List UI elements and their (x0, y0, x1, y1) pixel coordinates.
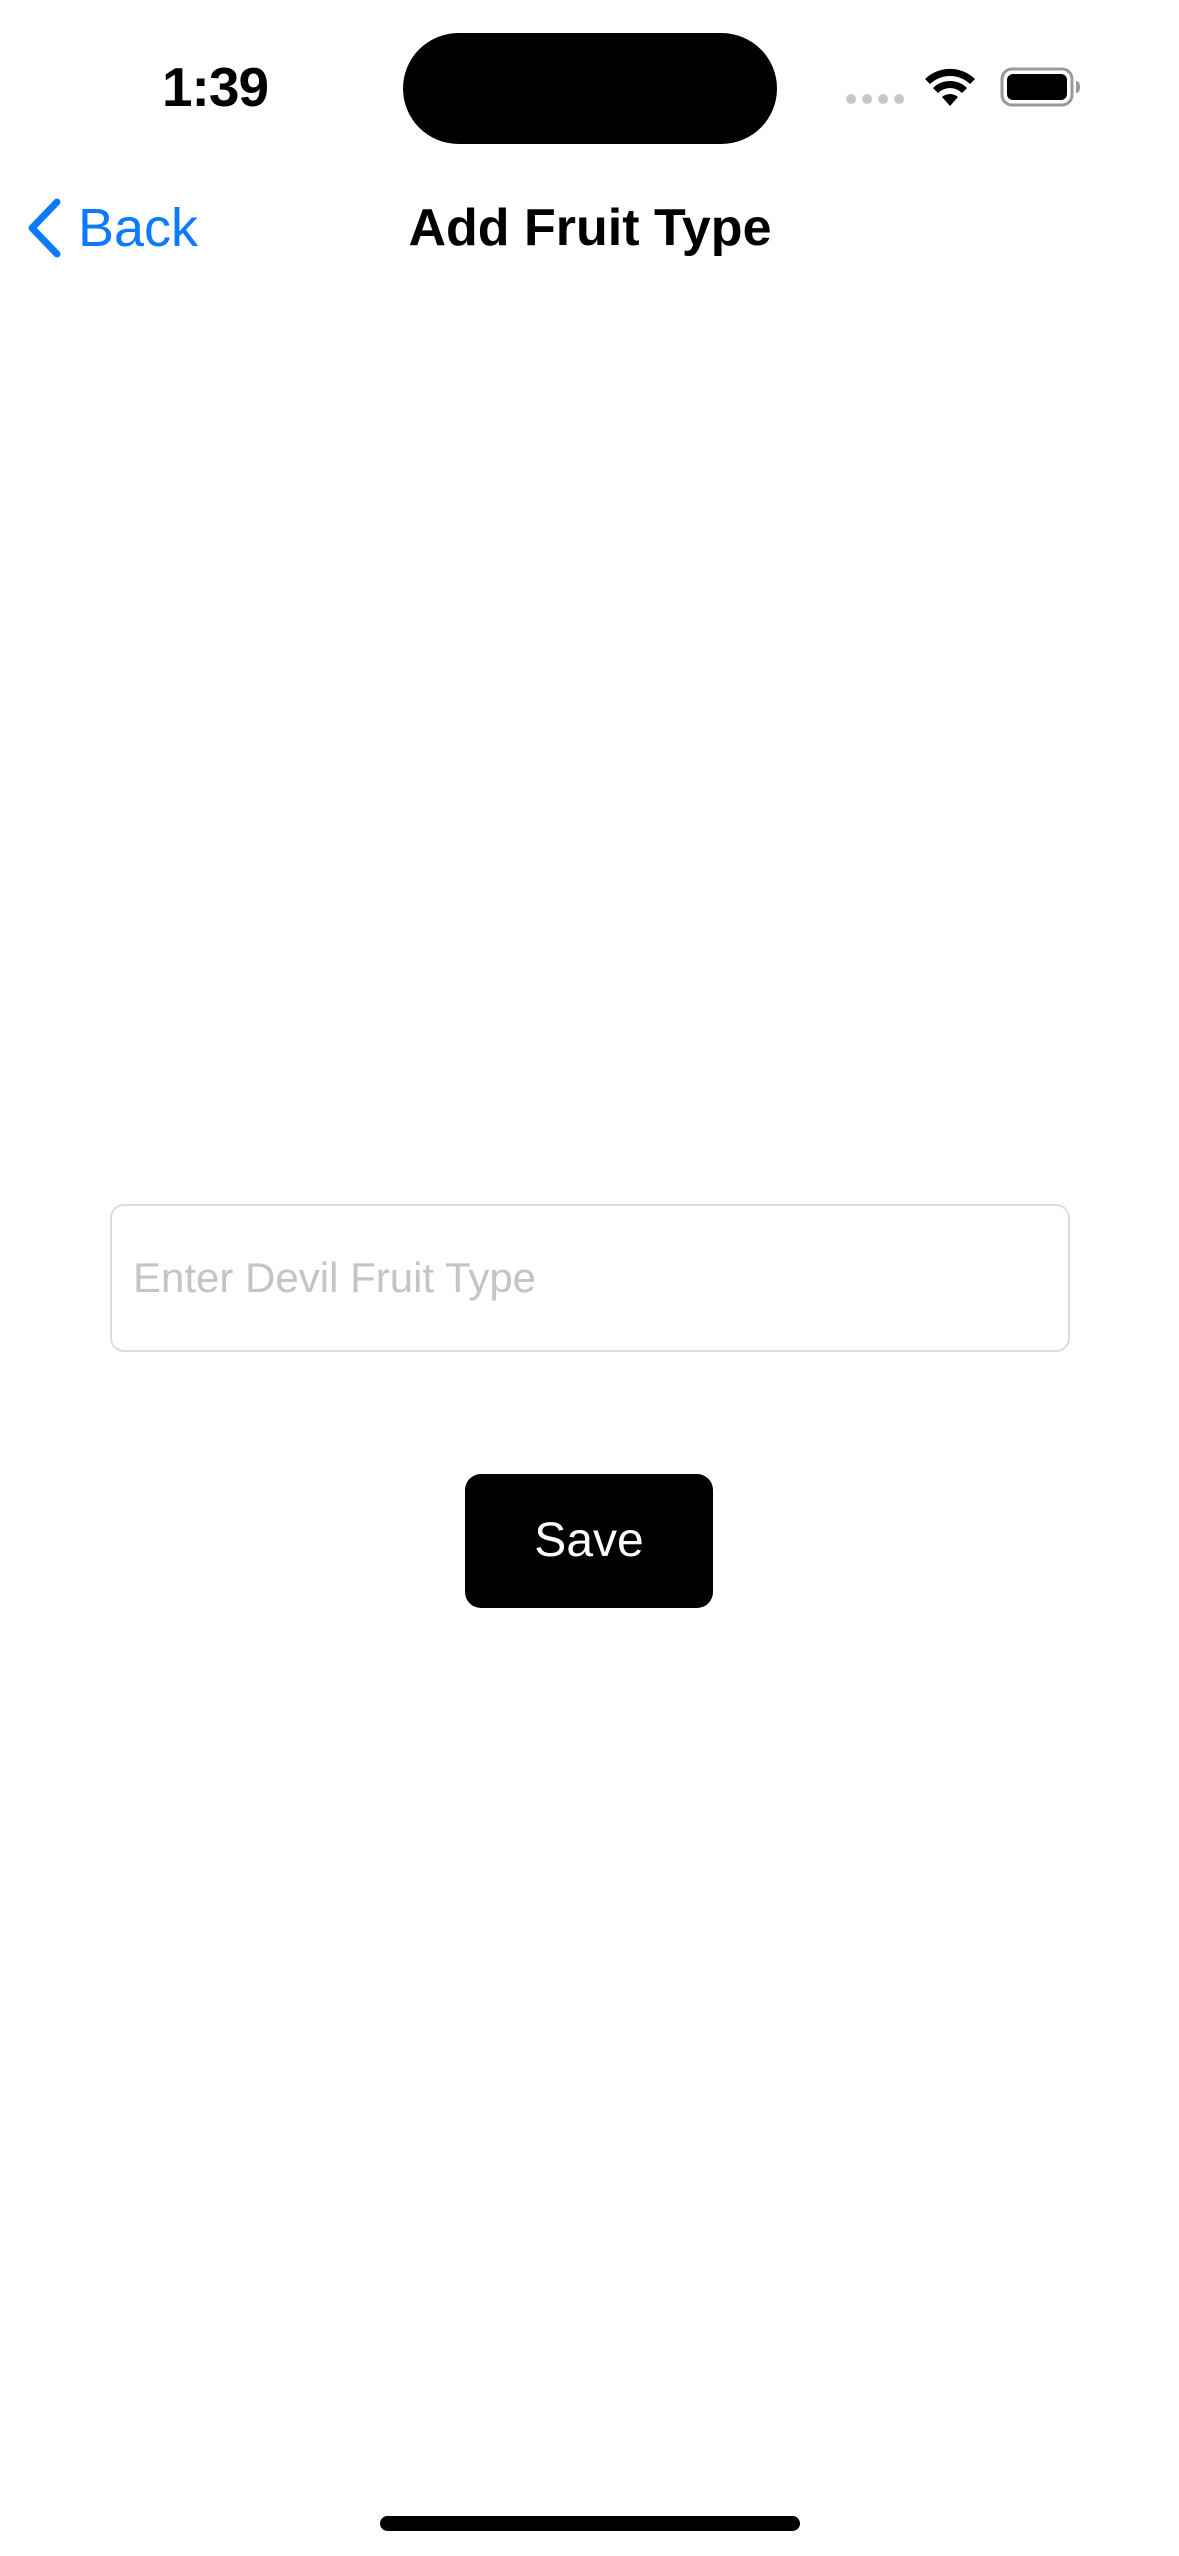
status-time: 1:39 (161, 56, 269, 118)
fruit-type-input[interactable] (112, 1206, 1068, 1350)
wifi-icon (925, 68, 975, 106)
back-button[interactable]: Back (24, 188, 198, 268)
page-title: Add Fruit Type (408, 199, 772, 257)
chevron-left-icon (28, 198, 61, 258)
back-label: Back (78, 198, 199, 258)
fruit-type-field[interactable] (110, 1204, 1070, 1352)
dynamic-island (403, 33, 777, 144)
battery-icon (1000, 67, 1080, 107)
cellular-signal-icon (846, 92, 906, 106)
home-indicator (380, 2516, 800, 2531)
save-button[interactable]: Save (465, 1474, 713, 1608)
